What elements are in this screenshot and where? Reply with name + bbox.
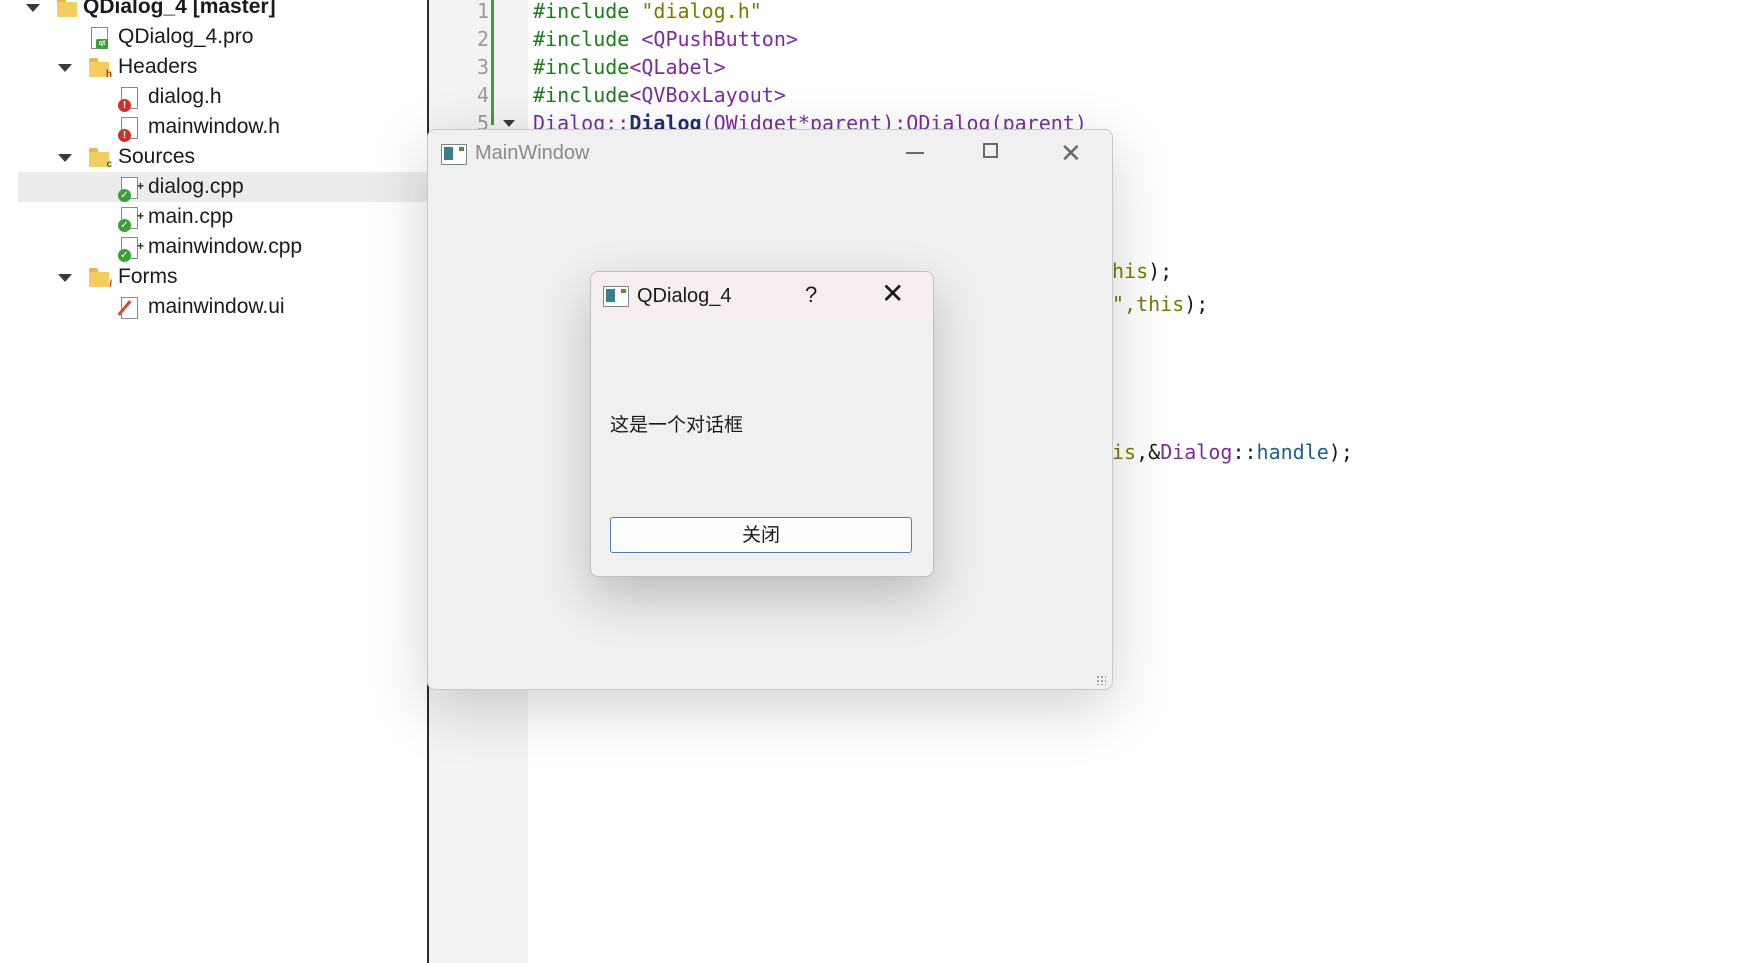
tree-item-label: Forms (118, 265, 178, 288)
tree-item-label: dialog.h (148, 85, 222, 108)
tree-item-sources[interactable]: c Sources (18, 142, 427, 172)
code-token: ); (1328, 440, 1353, 464)
dialog-message-label: 这是一个对话框 (610, 415, 744, 436)
code-line-2[interactable]: #include <QPushButton> (533, 25, 798, 53)
code-token: ); (1184, 292, 1209, 316)
maximize-button[interactable] (956, 130, 1028, 178)
code-token: this (1136, 292, 1185, 316)
code-token: :: (1232, 440, 1257, 464)
tree-item-main-cpp[interactable]: ✓ + main.cpp (18, 202, 427, 232)
code-token: #include (533, 83, 630, 107)
ui-file-icon (117, 297, 140, 319)
code-line-4[interactable]: #include<QVBoxLayout> (533, 81, 786, 109)
project-tree: QDialog_4 [master] qt QDialog_4.pro h He… (0, 0, 427, 963)
tree-item-forms[interactable]: / Forms (18, 262, 427, 292)
resize-grip-icon[interactable] (1096, 675, 1106, 685)
app-window-icon (441, 144, 467, 165)
qdialog-window[interactable]: QDialog_4 ? ✕ 这是一个对话框 关闭 (590, 271, 934, 577)
code-token: #include (533, 0, 630, 23)
tree-item-dialog-h[interactable]: ! dialog.h (18, 82, 427, 112)
expand-arrow-icon[interactable] (58, 64, 72, 72)
minimize-icon (906, 152, 924, 154)
tree-item-dialog-cpp[interactable]: ✓ + dialog.cpp (18, 172, 427, 202)
code-line-1[interactable]: #include "dialog.h" (533, 0, 762, 25)
line-number: 3 (476, 55, 489, 79)
tree-item-label: mainwindow.h (148, 115, 280, 138)
main-window-close-button[interactable]: ✕ (1034, 130, 1106, 178)
line-number: 1 (476, 0, 489, 23)
code-fragment[interactable]: is,&Dialog::handle); (1112, 438, 1353, 466)
code-token: <QLabel> (629, 55, 726, 79)
code-token: <QVBoxLayout> (629, 83, 786, 107)
code-token: <QPushButton> (629, 27, 798, 51)
code-token: ,& (1136, 440, 1161, 464)
dialog-title: QDialog_4 (637, 285, 732, 307)
qt-project-file-icon: qt (88, 27, 110, 49)
line-number: 2 (476, 27, 489, 51)
code-token: is (1112, 440, 1137, 464)
tree-root[interactable]: QDialog_4 [master] (18, 0, 427, 22)
expand-arrow-icon[interactable] (58, 154, 72, 162)
code-fragment[interactable]: his); (1112, 257, 1172, 285)
change-indicator-bar (491, 0, 494, 125)
expand-arrow-icon[interactable] (26, 4, 40, 12)
header-file-icon: ! (118, 87, 140, 112)
cpp-file-icon: ✓ + (118, 207, 144, 232)
main-window-titlebar[interactable]: MainWindow ✕ (428, 130, 1112, 178)
dialog-titlebar[interactable]: QDialog_4 ? ✕ (591, 272, 933, 320)
main-window-title: MainWindow (475, 142, 590, 164)
cpp-file-icon: ✓ + (118, 177, 144, 202)
code-token: ); (1148, 259, 1173, 283)
tree-item-label: Headers (118, 55, 198, 78)
code-token: his (1112, 259, 1149, 283)
code-token: handle (1256, 440, 1329, 464)
code-line-3[interactable]: #include<QLabel> (533, 53, 726, 81)
code-fragment[interactable]: ",this); (1112, 290, 1208, 318)
forms-folder-icon: / (88, 267, 112, 290)
code-token: #include (533, 55, 630, 79)
tree-item-label: Sources (118, 145, 196, 168)
header-file-icon: ! (118, 117, 140, 142)
tree-item-mainwindow-h[interactable]: ! mainwindow.h (18, 112, 427, 142)
code-token: ", (1112, 292, 1137, 316)
headers-folder-icon: h (88, 57, 112, 80)
help-button[interactable]: ? (805, 282, 817, 308)
tree-item-label: mainwindow.cpp (148, 235, 303, 258)
code-token: Dialog (1160, 440, 1233, 464)
tree-item-label: QDialog_4.pro (118, 25, 254, 48)
cpp-file-icon: ✓ + (118, 237, 144, 262)
minimize-button[interactable] (878, 130, 950, 178)
code-token: #include (533, 27, 630, 51)
fold-arrow-icon[interactable] (503, 120, 515, 127)
tree-item-headers[interactable]: h Headers (18, 52, 427, 82)
tree-item-mainwindow-ui[interactable]: mainwindow.ui (18, 292, 427, 322)
tree-item-qdialog-4-pro[interactable]: qt QDialog_4.pro (18, 22, 427, 52)
expand-arrow-icon[interactable] (58, 274, 72, 282)
sources-folder-icon: c (88, 147, 112, 170)
code-token: "dialog.h" (629, 0, 762, 23)
tree-item-label: main.cpp (148, 205, 234, 228)
tree-item-label: dialog.cpp (148, 175, 244, 198)
app-window-icon (603, 286, 629, 307)
close-dialog-button[interactable]: 关闭 (610, 517, 912, 553)
qt-project-folder-icon (56, 0, 78, 19)
tree-root-label: QDialog_4 [master] (83, 0, 276, 18)
tree-item-mainwindow-cpp[interactable]: ✓ + mainwindow.cpp (18, 232, 427, 262)
dialog-close-button[interactable]: ✕ (881, 280, 904, 308)
tree-item-label: mainwindow.ui (148, 295, 285, 318)
close-icon: ✕ (1060, 138, 1082, 168)
line-number: 4 (476, 83, 489, 107)
maximize-icon (983, 143, 998, 158)
